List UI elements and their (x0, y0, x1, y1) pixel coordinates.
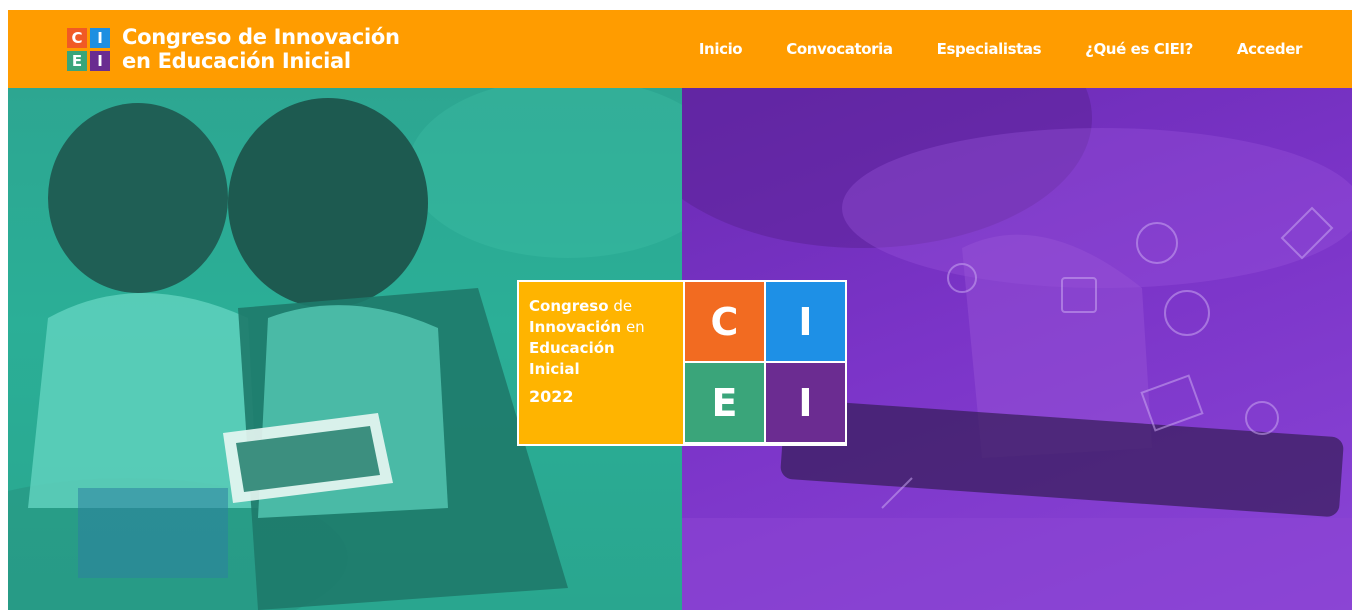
nav-convocatoria[interactable]: Convocatoria (786, 40, 893, 58)
brand-title-line1: Congreso de Innovación (122, 25, 400, 49)
logo-cell-i1: I (766, 282, 845, 361)
logo-word-innovacion: Innovación (529, 318, 622, 336)
logo-word-de: de (608, 297, 633, 315)
site-header: C I E I Congreso de Innovación en Educac… (8, 10, 1352, 88)
logo-word-educacion: Educación (529, 339, 615, 357)
logo-cell-e: E (685, 363, 764, 442)
ciei-2022-logo: Congreso de Innovación en Educación Inic… (517, 280, 847, 446)
brand-logo[interactable]: C I E I Congreso de Innovación en Educac… (67, 22, 400, 76)
logo-word-en: en (621, 318, 645, 336)
brand-title-line2: en Educación Inicial (122, 49, 351, 73)
main-nav: Inicio Convocatoria Especialistas ¿Qué e… (655, 10, 1303, 88)
nav-inicio[interactable]: Inicio (699, 40, 743, 58)
hero-banner: Congreso de Innovación en Educación Inic… (8, 88, 1352, 610)
logo-cell-c: C (685, 282, 764, 361)
logo-word-congreso: Congreso (529, 297, 609, 315)
nav-acceder[interactable]: Acceder (1237, 40, 1302, 58)
logo-cell-i2: I (766, 363, 845, 442)
page-frame: C I E I Congreso de Innovación en Educac… (8, 10, 1352, 610)
brand-cell-c: C (67, 27, 87, 48)
nav-especialistas[interactable]: Especialistas (937, 40, 1042, 58)
brand-cell-i1: I (90, 27, 110, 48)
nav-que-es-ciei[interactable]: ¿Qué es CIEI? (1085, 40, 1193, 58)
brand-mark: C I E I (67, 27, 110, 71)
logo-letter-grid: C I E I (685, 282, 845, 444)
brand-title: Congreso de Innovación en Educación Inic… (122, 25, 400, 73)
logo-title-block: Congreso de Innovación en Educación Inic… (519, 282, 683, 444)
logo-year: 2022 (529, 387, 574, 406)
brand-cell-i2: I (90, 50, 110, 71)
brand-cell-e: E (67, 50, 87, 71)
logo-word-inicial: Inicial (529, 360, 580, 378)
